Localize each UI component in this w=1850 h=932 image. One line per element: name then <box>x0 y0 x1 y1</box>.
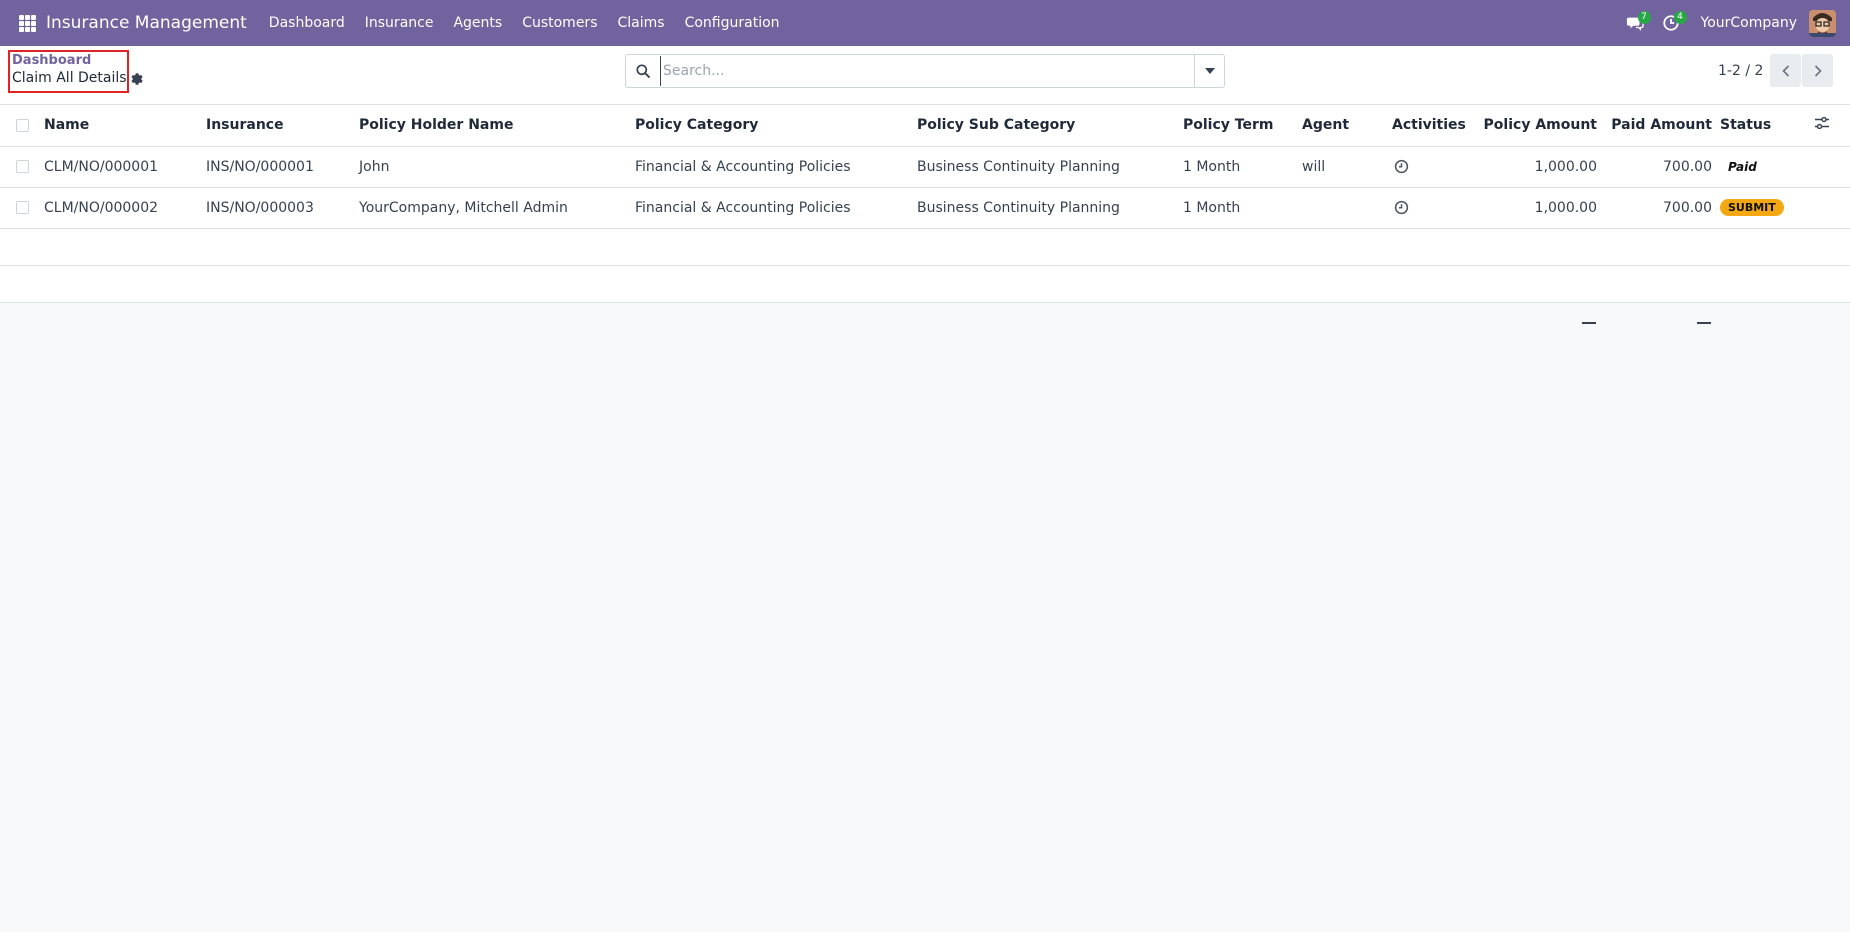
column-header-name[interactable]: Name <box>40 105 202 147</box>
cell-insurance: INS/NO/000003 <box>202 187 355 229</box>
cell-policy-holder: YourCompany, Mitchell Admin <box>355 187 631 229</box>
table-row[interactable]: CLM/NO/000002 INS/NO/000003 YourCompany,… <box>0 187 1850 229</box>
sliders-icon <box>1815 117 1829 130</box>
optional-columns-toggle[interactable] <box>1815 117 1829 130</box>
paid-amount-total-placeholder <box>1697 322 1711 324</box>
column-header-insurance[interactable]: Insurance <box>202 105 355 147</box>
cell-policy-amount: 1,000.00 <box>1476 187 1601 229</box>
activity-clock-icon[interactable] <box>1394 159 1409 174</box>
nav-item-customers[interactable]: Customers <box>512 0 607 46</box>
empty-row <box>0 228 1850 266</box>
column-header-policy-amount[interactable]: Policy Amount <box>1476 105 1601 147</box>
column-header-policy-term[interactable]: Policy Term <box>1179 105 1298 147</box>
cell-policy-amount: 1,000.00 <box>1476 146 1601 188</box>
messages-button[interactable]: 7 <box>1617 0 1653 46</box>
cell-policy-term: 1 Month <box>1179 187 1298 229</box>
column-header-paid-amount[interactable]: Paid Amount <box>1601 105 1716 147</box>
search-input[interactable] <box>660 56 1194 86</box>
row-checkbox[interactable] <box>16 201 29 214</box>
cell-agent <box>1298 187 1388 229</box>
claims-list: Name Insurance Policy Holder Name Policy… <box>0 105 1850 303</box>
cell-paid-amount: 700.00 <box>1601 146 1716 188</box>
cell-policy-term: 1 Month <box>1179 146 1298 188</box>
column-header-policy-category[interactable]: Policy Category <box>631 105 913 147</box>
pager-next-button[interactable] <box>1802 54 1833 87</box>
page-title: Claim All Details <box>12 70 127 86</box>
column-header-agent[interactable]: Agent <box>1298 105 1388 147</box>
table-header-row: Name Insurance Policy Holder Name Policy… <box>0 105 1850 147</box>
cell-agent: will <box>1298 146 1388 188</box>
nav-item-insurance[interactable]: Insurance <box>355 0 444 46</box>
column-header-activities[interactable]: Activities <box>1388 105 1476 147</box>
status-badge: Paid <box>1728 159 1757 174</box>
cell-policy-category: Financial & Accounting Policies <box>631 187 913 229</box>
claims-table: Name Insurance Policy Holder Name Policy… <box>0 105 1850 303</box>
policy-amount-total-placeholder <box>1582 322 1596 324</box>
chevron-right-icon <box>1814 64 1822 77</box>
gear-icon[interactable] <box>129 72 143 86</box>
status-badge: SUBMIT <box>1720 199 1784 216</box>
user-avatar[interactable] <box>1809 9 1836 37</box>
row-checkbox[interactable] <box>16 160 29 173</box>
caret-down-icon <box>1204 68 1215 74</box>
top-navbar: Insurance Management Dashboard Insurance… <box>0 0 1850 46</box>
nav-item-claims[interactable]: Claims <box>608 0 675 46</box>
cell-policy-holder: John <box>355 146 631 188</box>
pager-previous-button[interactable] <box>1770 54 1801 87</box>
column-header-policy-sub-category[interactable]: Policy Sub Category <box>913 105 1179 147</box>
messages-count-badge: 7 <box>1637 11 1651 24</box>
breadcrumb-dashboard-link[interactable]: Dashboard <box>12 53 91 68</box>
control-panel: Dashboard Claim All Details 1-2 / 2 <box>0 46 1850 105</box>
column-header-policy-holder[interactable]: Policy Holder Name <box>355 105 631 147</box>
cell-paid-amount: 700.00 <box>1601 187 1716 229</box>
activities-button[interactable]: 4 <box>1653 0 1689 46</box>
cell-name: CLM/NO/000002 <box>40 187 202 229</box>
nav-item-agents[interactable]: Agents <box>443 0 512 46</box>
chevron-left-icon <box>1781 64 1789 77</box>
table-row[interactable]: CLM/NO/000001 INS/NO/000001 John Financi… <box>0 146 1850 188</box>
cell-insurance: INS/NO/000001 <box>202 146 355 188</box>
column-header-status[interactable]: Status <box>1716 105 1811 147</box>
pager-value[interactable]: 1-2 / 2 <box>1718 63 1763 79</box>
cell-name: CLM/NO/000001 <box>40 146 202 188</box>
search-options-toggle[interactable] <box>1194 55 1224 87</box>
nav-item-dashboard[interactable]: Dashboard <box>259 0 355 46</box>
select-all-checkbox[interactable] <box>16 118 29 132</box>
search-bar <box>625 54 1225 88</box>
activity-clock-icon[interactable] <box>1394 200 1409 215</box>
empty-row <box>0 265 1850 303</box>
activities-count-badge: 4 <box>1673 11 1687 24</box>
cell-policy-sub-category: Business Continuity Planning <box>913 187 1179 229</box>
app-menu-icon[interactable] <box>14 10 40 36</box>
cell-policy-sub-category: Business Continuity Planning <box>913 146 1179 188</box>
company-switcher[interactable]: YourCompany <box>1701 15 1798 31</box>
nav-item-configuration[interactable]: Configuration <box>675 0 790 46</box>
cell-policy-category: Financial & Accounting Policies <box>631 146 913 188</box>
search-icon <box>626 54 660 88</box>
app-brand[interactable]: Insurance Management <box>46 13 247 33</box>
